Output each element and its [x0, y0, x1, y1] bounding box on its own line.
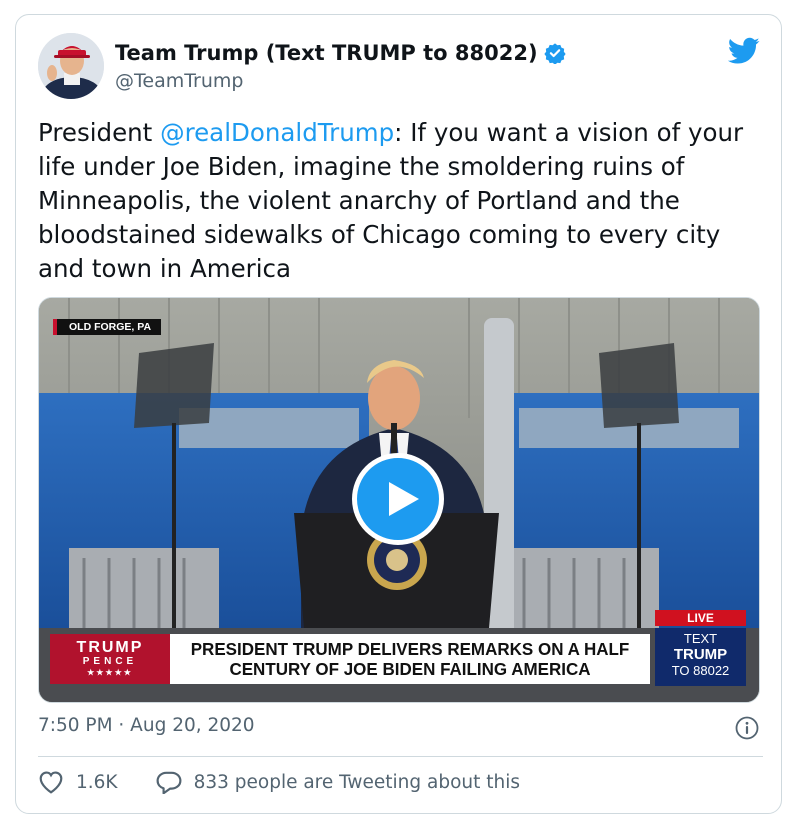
like-button[interactable]: 1.6K	[38, 770, 118, 794]
like-count: 1.6K	[76, 771, 118, 793]
display-name[interactable]: Team Trump (Text TRUMP to 88022)	[115, 41, 538, 65]
avatar-image	[38, 33, 104, 99]
engagement-bar: 1.6K 833 people are Tweeting about this	[38, 770, 520, 794]
news-chyron: TRUMP PENCE ★★★★★ PRESIDENT TRUMP DELIVE…	[50, 634, 650, 684]
location-tag: OLD FORGE, PA	[53, 319, 162, 335]
info-icon[interactable]	[735, 716, 759, 740]
campaign-logo: TRUMP PENCE ★★★★★	[50, 634, 170, 684]
speech-bubble-icon	[156, 771, 182, 794]
logo-trump-text: TRUMP	[76, 639, 144, 656]
chyron-headline: PRESIDENT TRUMP DELIVERS REMARKS ON A HA…	[172, 633, 648, 686]
logo-pence-text: PENCE	[82, 656, 138, 667]
divider	[38, 756, 763, 757]
video-player[interactable]: OLD FORGE, PA TRUMP PENCE ★★★★★ PRESIDEN…	[38, 297, 760, 703]
text-box-line-3: TO 88022	[671, 663, 730, 678]
text-to-donate-box: TEXT TRUMP TO 88022	[655, 628, 746, 686]
headline-line-1: PRESIDENT TRUMP DELIVERS REMARKS ON A HA…	[190, 639, 630, 659]
play-button[interactable]	[352, 453, 444, 545]
headline-line-2: CENTURY OF JOE BIDEN FAILING AMERICA	[229, 659, 591, 679]
conversation-label: 833 people are Tweeting about this	[193, 771, 521, 793]
text-box-line-2: TRUMP	[673, 646, 728, 663]
logo-stars: ★★★★★	[87, 668, 133, 677]
tweet-card[interactable]: Team Trump (Text TRUMP to 88022) @TeamTr…	[15, 14, 782, 814]
author-handle[interactable]: @TeamTrump	[115, 70, 243, 92]
conversation-link[interactable]: 833 people are Tweeting about this	[156, 770, 520, 794]
heart-icon	[39, 771, 63, 794]
mention-link[interactable]: @realDonaldTrump	[160, 118, 394, 147]
author-name-row[interactable]: Team Trump (Text TRUMP to 88022)	[115, 41, 566, 65]
verified-badge-icon	[543, 43, 566, 64]
tweet-text: President @realDonaldTrump: If you want …	[38, 116, 763, 286]
tweet-text-prefix: President	[38, 118, 161, 147]
twitter-bird-icon[interactable]	[728, 37, 760, 65]
tweet-timestamp[interactable]: 7:50 PM · Aug 20, 2020	[38, 715, 255, 736]
live-badge: LIVE	[655, 610, 746, 626]
play-icon	[389, 482, 419, 516]
avatar[interactable]	[38, 33, 104, 99]
text-box-line-1: TEXT	[683, 631, 718, 646]
